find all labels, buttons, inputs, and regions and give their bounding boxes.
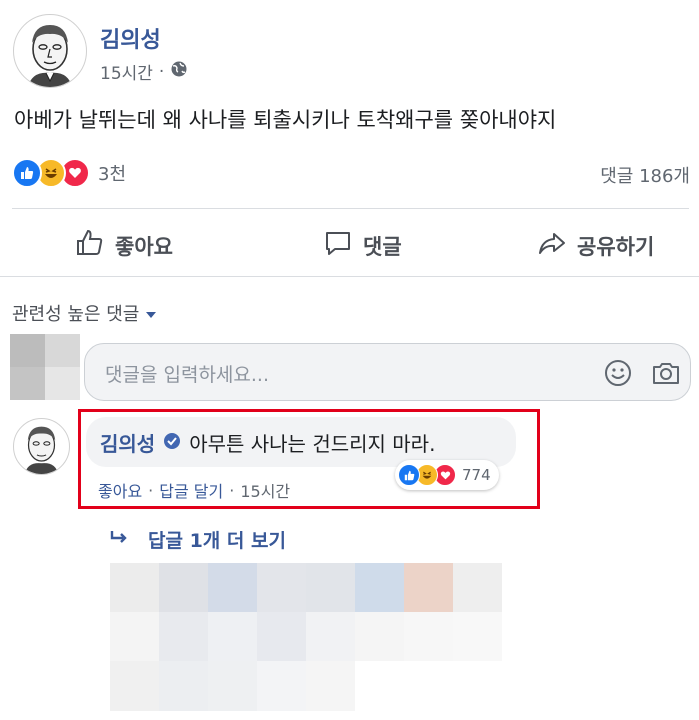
post-author-avatar[interactable] [13, 14, 87, 88]
comment-like-link[interactable]: 좋아요 [98, 478, 142, 502]
caret-down-icon [145, 303, 157, 324]
comment-input-placeholder: 댓글을 입력하세요... [105, 364, 269, 386]
comment-reply-link[interactable]: 답글 달기 [159, 478, 223, 502]
comment-sort-label: 관련성 높은 댓글 [12, 304, 140, 325]
share-arrow-icon [537, 228, 567, 263]
like-label: 좋아요 [115, 234, 173, 259]
blurred-reply [110, 563, 502, 711]
reply-arrow-icon [110, 529, 128, 551]
view-more-replies-label: 답글 1개 더 보기 [148, 530, 286, 552]
divider-top [12, 208, 689, 209]
comment-author-name[interactable]: 김의성 [100, 428, 155, 457]
post-author-name[interactable]: 김의성 [100, 22, 161, 54]
view-more-replies[interactable]: 답글 1개 더 보기 [110, 526, 286, 553]
action-separator: · [148, 480, 154, 500]
post-reactions[interactable]: 3천 [12, 158, 126, 188]
share-label: 공유하기 [577, 234, 655, 259]
like-icon [398, 464, 420, 486]
emoji-icon[interactable] [603, 358, 633, 392]
comment-label: 댓글 [363, 234, 402, 259]
meta-separator: · [158, 61, 165, 82]
globe-icon [170, 60, 188, 83]
comment-header: 김의성 아무튼 사나는 건드리지 마라. [100, 428, 435, 457]
comment-reaction-count: 774 [462, 466, 491, 484]
post-comment-count[interactable]: 댓글 186개 [600, 162, 690, 188]
comment-text: 아무튼 사나는 건드리지 마라. [189, 432, 436, 456]
camera-icon[interactable] [651, 358, 681, 392]
action-separator: · [229, 480, 235, 500]
comment-input[interactable]: 댓글을 입력하세요... [84, 343, 691, 401]
comment-sort-dropdown[interactable]: 관련성 높은 댓글 [12, 300, 157, 326]
speech-bubble-icon [323, 228, 353, 263]
current-user-avatar-blurred [10, 334, 80, 400]
divider-bottom [0, 276, 699, 277]
post-text: 아베가 날뛰는데 왜 사나를 퇴출시키나 토착왜구를 쫒아내야지 [14, 108, 557, 132]
comment-actions: 좋아요 · 답글 달기 · 15시간 [98, 478, 290, 502]
like-button[interactable]: 좋아요 [75, 228, 173, 263]
comment-reactions[interactable]: 774 [395, 460, 499, 490]
post-time[interactable]: 15시간 [100, 59, 153, 84]
like-icon [12, 158, 42, 188]
verified-badge-icon [163, 431, 181, 455]
share-button[interactable]: 공유하기 [537, 228, 654, 263]
comment-button[interactable]: 댓글 [323, 228, 402, 263]
comment-time[interactable]: 15시간 [240, 478, 290, 502]
comment-author-avatar[interactable] [13, 418, 70, 475]
post-meta: 15시간 · [100, 59, 188, 84]
thumbs-up-icon [75, 228, 105, 263]
post-reaction-count[interactable]: 3천 [98, 160, 126, 186]
